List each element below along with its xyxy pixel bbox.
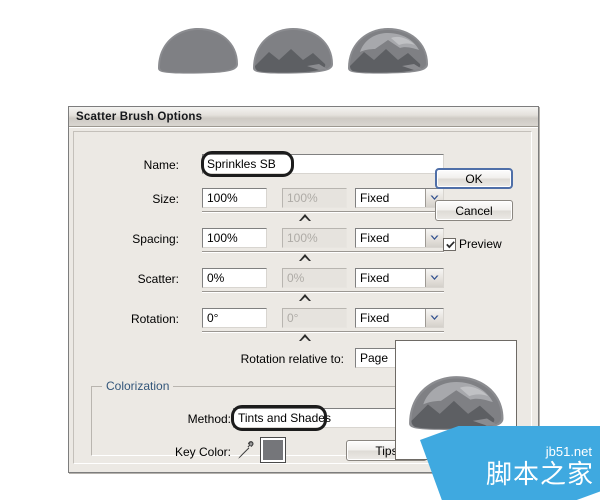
scatter-mode-value: Fixed bbox=[360, 271, 390, 285]
spacing-label: Spacing: bbox=[132, 232, 179, 246]
preview-checkbox-box[interactable] bbox=[443, 237, 456, 251]
watermark-site-text: jb51.net bbox=[545, 444, 592, 459]
spacing-slider-thumb[interactable] bbox=[298, 254, 311, 261]
scatter-slider[interactable] bbox=[202, 291, 444, 303]
spacing-mode-value: Fixed bbox=[360, 231, 390, 245]
method-value: Tints and Shades bbox=[238, 411, 331, 425]
rock-stage-1-figure bbox=[152, 22, 244, 78]
chevron-down-icon[interactable] bbox=[425, 229, 443, 247]
name-input[interactable]: Sprinkles SB bbox=[202, 154, 444, 174]
size-slider[interactable] bbox=[202, 211, 444, 223]
rock-stage-3-icon bbox=[348, 28, 428, 74]
rotation-relative-label: Rotation relative to: bbox=[240, 352, 344, 366]
spacing-input[interactable]: 100% bbox=[202, 228, 267, 248]
rotation-variation-input[interactable]: 0° bbox=[282, 308, 347, 328]
rotation-label: Rotation: bbox=[130, 312, 179, 326]
scatter-slider-track bbox=[202, 291, 444, 293]
size-mode-value: Fixed bbox=[360, 191, 390, 205]
key-color-swatch[interactable] bbox=[260, 437, 286, 463]
dialog-title: Scatter Brush Options bbox=[76, 110, 203, 123]
key-color-label: Key Color: bbox=[174, 445, 231, 459]
size-slider-thumb[interactable] bbox=[298, 214, 311, 221]
scatter-brush-options-dialog: Scatter Brush Options Name: Sprinkles SB… bbox=[68, 106, 539, 473]
rotation-slider-thumb[interactable] bbox=[298, 334, 311, 341]
size-input[interactable]: 100% bbox=[202, 188, 267, 208]
rock-stage-1-icon bbox=[158, 28, 238, 74]
brush-preview-pane bbox=[395, 340, 517, 460]
size-label: Size: bbox=[152, 192, 179, 206]
spacing-variation-input[interactable]: 100% bbox=[282, 228, 347, 248]
spacing-slider[interactable] bbox=[202, 251, 444, 263]
method-label: Method: bbox=[187, 412, 231, 426]
cancel-button[interactable]: Cancel bbox=[435, 200, 513, 221]
scatter-slider-thumb[interactable] bbox=[298, 294, 311, 301]
size-mode-combo[interactable]: Fixed bbox=[355, 188, 444, 208]
rotation-slider-track bbox=[202, 331, 444, 333]
spacing-slider-track bbox=[202, 251, 444, 253]
chevron-down-icon[interactable] bbox=[425, 309, 443, 327]
illustration-strip bbox=[0, 0, 600, 104]
scatter-mode-combo[interactable]: Fixed bbox=[355, 268, 444, 288]
colorization-legend: Colorization bbox=[102, 379, 174, 393]
size-slider-track bbox=[202, 211, 444, 213]
scatter-input[interactable]: 0% bbox=[202, 268, 267, 288]
scatter-label: Scatter: bbox=[137, 272, 179, 286]
rock-stage-2-figure bbox=[247, 22, 339, 78]
rotation-input[interactable]: 0° bbox=[202, 308, 267, 328]
name-label: Name: bbox=[143, 158, 179, 172]
chevron-down-icon[interactable] bbox=[425, 269, 443, 287]
rotation-mode-value: Fixed bbox=[360, 311, 390, 325]
spacing-mode-combo[interactable]: Fixed bbox=[355, 228, 444, 248]
preview-checkbox-label: Preview bbox=[459, 237, 502, 251]
rotation-mode-combo[interactable]: Fixed bbox=[355, 308, 444, 328]
dialog-titlebar[interactable]: Scatter Brush Options bbox=[69, 107, 538, 127]
check-icon bbox=[446, 240, 455, 248]
ok-button[interactable]: OK bbox=[435, 168, 513, 189]
brush-preview-shape bbox=[409, 376, 504, 430]
rock-stage-3-figure bbox=[342, 22, 434, 78]
rock-stage-2-icon bbox=[253, 28, 333, 74]
scatter-variation-input[interactable]: 0% bbox=[282, 268, 347, 288]
size-variation-input[interactable]: 100% bbox=[282, 188, 347, 208]
eyedropper-icon[interactable] bbox=[237, 440, 255, 463]
preview-checkbox[interactable]: Preview bbox=[443, 237, 502, 251]
dialog-body: Name: Sprinkles SB Size: 100% 100% Fixed… bbox=[69, 127, 538, 472]
